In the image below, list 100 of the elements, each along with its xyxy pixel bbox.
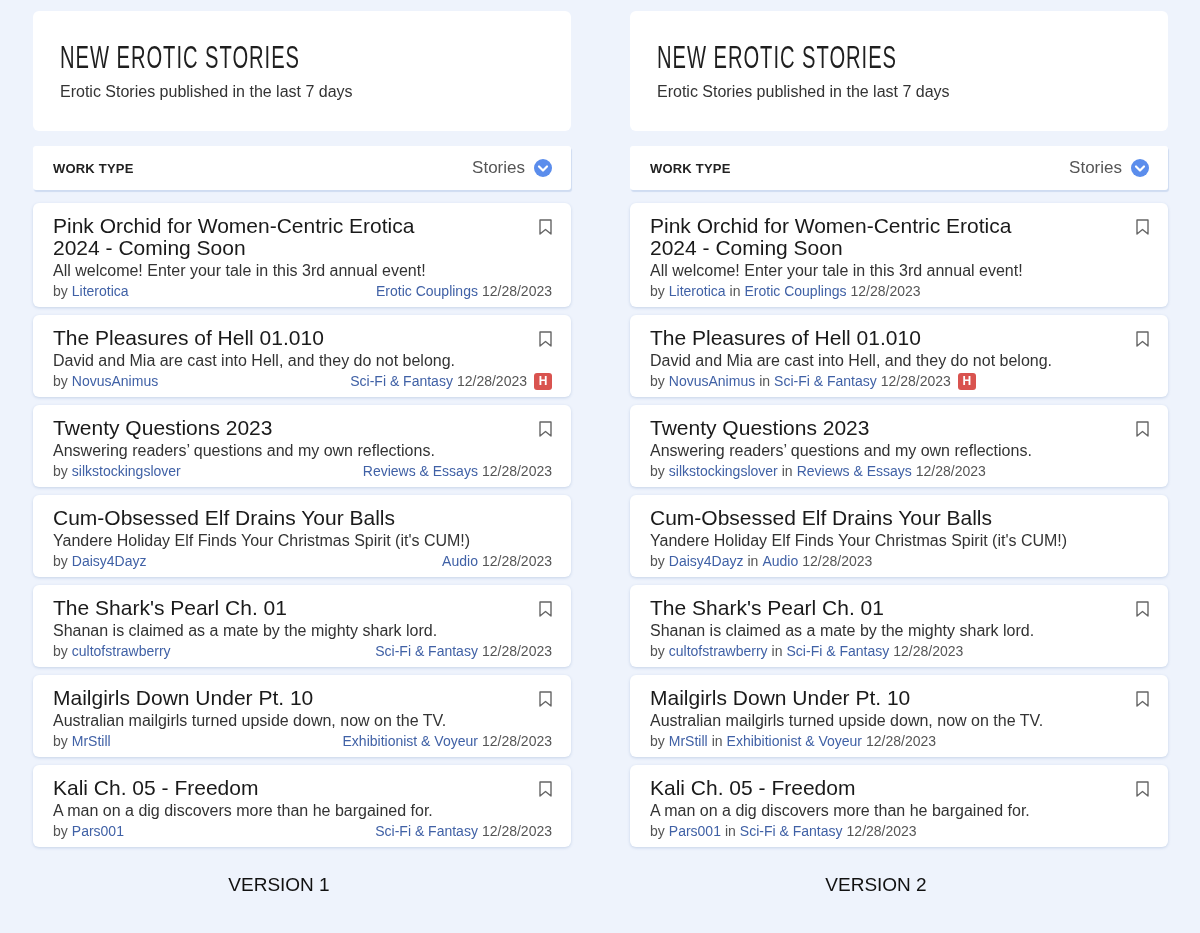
byline-label: by <box>650 552 665 570</box>
author-link[interactable]: silkstockingslover <box>71 462 181 480</box>
category-link[interactable]: Exhibitionist & Voyeur <box>342 732 478 750</box>
category-link[interactable]: Reviews & Essays <box>362 462 478 480</box>
story-title[interactable]: Twenty Questions 2023 <box>53 417 273 439</box>
story-date: 12/28/2023 <box>866 732 937 750</box>
story-date: 12/28/2023 <box>880 372 951 390</box>
story-date: 12/28/2023 <box>846 822 917 840</box>
story-description: A man on a dig discovers more than he bargained for. <box>53 801 434 821</box>
chevron-down-icon <box>534 159 552 177</box>
work-type-dropdown[interactable]: Stories <box>472 158 552 178</box>
page-subtitle: Erotic Stories published in the last 7 days <box>657 83 950 101</box>
author-link[interactable]: NovusAnimus <box>668 372 756 390</box>
author-link[interactable]: Literotica <box>668 282 726 300</box>
hot-badge: H <box>534 372 552 390</box>
bookmark-icon[interactable] <box>539 781 552 797</box>
story-title[interactable]: Mailgirls Down Under Pt. 10 <box>53 687 314 709</box>
story-description: Shanan is claimed as a mate by the mighty shark lord. <box>53 621 439 641</box>
in-label: in <box>771 642 783 660</box>
byline-label: by <box>650 642 665 660</box>
story-description: David and Mia are cast into Hell, and they do not belong. <box>650 351 1054 371</box>
page-title: NEW EROTIC STORIES <box>657 41 897 75</box>
category-link[interactable]: Erotic Couplings <box>376 282 478 300</box>
category-link[interactable]: Audio <box>762 552 799 570</box>
bookmark-icon[interactable] <box>1136 331 1149 347</box>
byline-label: by <box>53 462 68 480</box>
story-title[interactable]: Kali Ch. 05 - Freedom <box>53 777 259 799</box>
filter-label: WORK TYPE <box>53 160 134 176</box>
category-link[interactable]: Sci-Fi & Fantasy <box>375 642 478 660</box>
category-link[interactable]: Sci-Fi & Fantasy <box>375 822 478 840</box>
in-label: in <box>724 822 736 840</box>
story-description: Australian mailgirls turned upside down, now on the TV. <box>650 711 1045 731</box>
author-link[interactable]: silkstockingslover <box>668 462 778 480</box>
author-link[interactable]: NovusAnimus <box>71 372 159 390</box>
byline-label: by <box>650 732 665 750</box>
byline-label: by <box>53 552 68 570</box>
bookmark-icon[interactable] <box>539 691 552 707</box>
category-link[interactable]: Reviews & Essays <box>796 462 912 480</box>
bookmark-icon[interactable] <box>539 421 552 437</box>
byline-label: by <box>53 732 68 750</box>
category-link[interactable]: Erotic Couplings <box>744 282 847 300</box>
byline-label: by <box>53 282 68 300</box>
bookmark-icon[interactable] <box>539 219 552 235</box>
story-description: Yandere Holiday Elf Finds Your Christmas Spirit (it's CUM!) <box>53 531 472 551</box>
category-link[interactable]: Sci-Fi & Fantasy <box>774 372 877 390</box>
work-type-dropdown[interactable]: Stories <box>1069 158 1149 178</box>
bookmark-icon[interactable] <box>1136 781 1149 797</box>
story-title[interactable]: The Pleasures of Hell 01.010 <box>650 327 921 349</box>
story-date: 12/28/2023 <box>481 282 552 300</box>
byline-label: by <box>53 642 68 660</box>
story-title[interactable]: Kali Ch. 05 - Freedom <box>650 777 856 799</box>
story-title[interactable]: Cum-Obsessed Elf Drains Your Balls <box>650 507 992 529</box>
version-caption: VERSION 2 <box>825 874 927 895</box>
story-date: 12/28/2023 <box>456 372 527 390</box>
story-description: All welcome! Enter your tale in this 3rd annual event! <box>53 261 427 281</box>
category-link[interactable]: Sci-Fi & Fantasy <box>786 642 890 660</box>
author-link[interactable]: Daisy4Dayz <box>71 552 147 570</box>
story-date: 12/28/2023 <box>481 552 552 570</box>
author-link[interactable]: Daisy4Dayz <box>668 552 744 570</box>
bookmark-icon[interactable] <box>1136 691 1149 707</box>
story-description: David and Mia are cast into Hell, and they do not belong. <box>53 351 457 371</box>
category-link[interactable]: Sci-Fi & Fantasy <box>739 822 843 840</box>
story-title[interactable]: The Shark's Pearl Ch. 01 <box>53 597 287 619</box>
story-title[interactable]: Cum-Obsessed Elf Drains Your Balls <box>53 507 395 529</box>
author-link[interactable]: MrStill <box>668 732 708 750</box>
bookmark-icon[interactable] <box>539 331 552 347</box>
hot-badge: H <box>957 372 976 390</box>
story-date: 12/28/2023 <box>481 822 552 840</box>
story-title[interactable]: Mailgirls Down Under Pt. 10 <box>650 687 911 709</box>
author-link[interactable]: cultofstrawberry <box>668 642 768 660</box>
story-description: Yandere Holiday Elf Finds Your Christmas Spirit (it's CUM!) <box>650 531 1069 551</box>
category-link[interactable]: Exhibitionist & Voyeur <box>726 732 862 750</box>
bookmark-icon[interactable] <box>539 601 552 617</box>
bookmark-icon[interactable] <box>1136 219 1149 235</box>
author-link[interactable]: cultofstrawberry <box>71 642 171 660</box>
story-date: 12/28/2023 <box>481 642 552 660</box>
byline-label: by <box>650 462 665 480</box>
author-link[interactable]: MrStill <box>71 732 111 750</box>
category-link[interactable]: Sci-Fi & Fantasy <box>350 372 453 390</box>
story-title[interactable]: The Pleasures of Hell 01.010 <box>53 327 324 349</box>
story-date: 12/28/2023 <box>893 642 964 660</box>
bookmark-icon[interactable] <box>1136 421 1149 437</box>
story-title[interactable]: The Shark's Pearl Ch. 01 <box>650 597 884 619</box>
author-link[interactable]: Literotica <box>71 282 129 300</box>
author-link[interactable]: Pars001 <box>668 822 721 840</box>
author-link[interactable]: Pars001 <box>71 822 124 840</box>
page-subtitle: Erotic Stories published in the last 7 days <box>60 83 353 101</box>
story-date: 12/28/2023 <box>481 732 552 750</box>
filter-label: WORK TYPE <box>650 160 731 176</box>
story-title[interactable]: Twenty Questions 2023 <box>650 417 870 439</box>
byline-label: by <box>650 372 665 390</box>
story-title[interactable]: Pink Orchid for Women-Centric Erotica 2024 - Coming Soon <box>650 215 1040 259</box>
bookmark-icon[interactable] <box>1136 601 1149 617</box>
category-link[interactable]: Audio <box>442 552 478 570</box>
story-date: 12/28/2023 <box>915 462 986 480</box>
in-label: in <box>711 732 723 750</box>
story-title[interactable]: Pink Orchid for Women-Centric Erotica 2024 - Coming Soon <box>53 215 443 259</box>
in-label: in <box>781 462 793 480</box>
byline-label: by <box>53 822 68 840</box>
byline-label: by <box>53 372 68 390</box>
